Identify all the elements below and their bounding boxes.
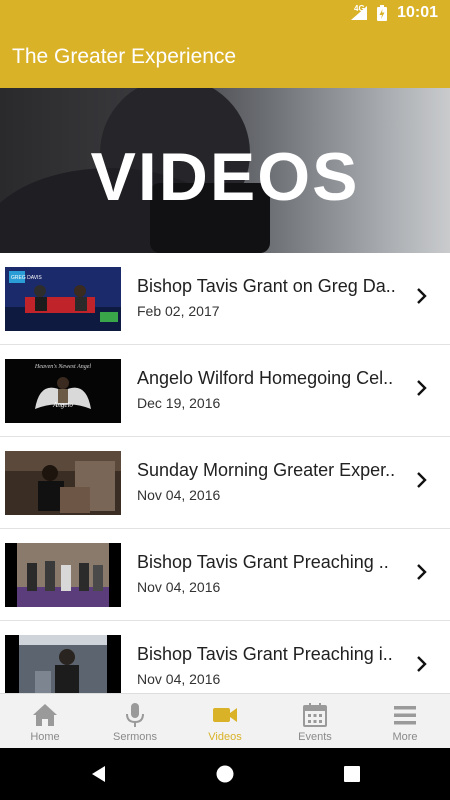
calendar-icon [303, 703, 327, 727]
video-list-item[interactable]: GREG DAVIS Bishop Tavis Grant on Greg Da… [0, 253, 450, 345]
signal-icon [351, 6, 368, 20]
video-list-item[interactable]: Bishop Tavis Grant Preaching i.. Nov 04,… [0, 621, 450, 693]
video-date: Nov 04, 2016 [137, 487, 221, 503]
back-icon[interactable] [89, 764, 109, 784]
home-circle-icon[interactable] [215, 764, 235, 784]
status-time: 10:01 [397, 4, 438, 21]
video-list-item[interactable]: Bishop Tavis Grant Preaching .. Nov 04, … [0, 529, 450, 621]
nav-label: Events [298, 731, 332, 743]
chevron-right-icon[interactable] [412, 378, 432, 398]
nav-label: Sermons [112, 731, 158, 743]
video-list-item[interactable]: Heaven's Newest Angel Angelo Angelo Wilf… [0, 345, 450, 437]
thumbnail-caption: Heaven's Newest Angel [34, 364, 91, 370]
hero-title: VIDEOS [90, 139, 360, 215]
nav-label: Videos [208, 731, 242, 743]
bottom-navigation: Home Sermons Videos Events More [0, 693, 450, 748]
video-camera-icon [213, 708, 237, 722]
chevron-right-icon[interactable] [412, 470, 432, 490]
battery-icon [377, 5, 388, 21]
video-date: Feb 02, 2017 [137, 303, 220, 319]
video-thumbnail [5, 543, 121, 607]
app-title: The Greater Experience [12, 45, 237, 68]
microphone-icon [126, 703, 144, 727]
nav-item-events[interactable]: Events [270, 694, 360, 748]
home-icon [33, 704, 57, 726]
video-title: Angelo Wilford Homegoing Cel.. [137, 368, 394, 388]
chevron-right-icon[interactable] [412, 286, 432, 306]
video-thumbnail [5, 635, 121, 693]
thumbnail-subcaption: Angelo [52, 401, 73, 409]
chevron-right-icon[interactable] [412, 654, 432, 674]
video-thumbnail: Heaven's Newest Angel Angelo [5, 359, 121, 423]
nav-item-more[interactable]: More [360, 694, 450, 748]
nav-label: Home [30, 731, 60, 743]
hero-banner: VIDEOS [0, 88, 450, 253]
app-bar: The Greater Experience [0, 28, 450, 88]
chevron-right-icon[interactable] [412, 562, 432, 582]
video-date: Nov 04, 2016 [137, 671, 221, 687]
video-title: Bishop Tavis Grant Preaching .. [137, 552, 389, 572]
status-bar: 4G 10:01 [0, 0, 450, 28]
video-thumbnail: GREG DAVIS [5, 267, 121, 331]
nav-label: More [392, 731, 418, 743]
video-title: Bishop Tavis Grant Preaching i.. [137, 644, 393, 664]
nav-item-sermons[interactable]: Sermons [90, 694, 180, 748]
nav-item-home[interactable]: Home [0, 694, 90, 748]
system-navigation-bar [0, 748, 450, 800]
menu-icon [394, 706, 416, 725]
video-title: Bishop Tavis Grant on Greg Da.. [137, 276, 396, 296]
video-thumbnail [5, 451, 121, 515]
video-list[interactable]: GREG DAVIS Bishop Tavis Grant on Greg Da… [0, 253, 450, 693]
thumbnail-caption: GREG DAVIS [11, 275, 42, 281]
nav-item-videos[interactable]: Videos [180, 694, 270, 748]
video-date: Nov 04, 2016 [137, 579, 221, 595]
video-list-item[interactable]: Sunday Morning Greater Exper.. Nov 04, 2… [0, 437, 450, 529]
video-date: Dec 19, 2016 [137, 395, 221, 411]
video-title: Sunday Morning Greater Exper.. [137, 460, 396, 480]
recents-icon[interactable] [343, 765, 361, 783]
